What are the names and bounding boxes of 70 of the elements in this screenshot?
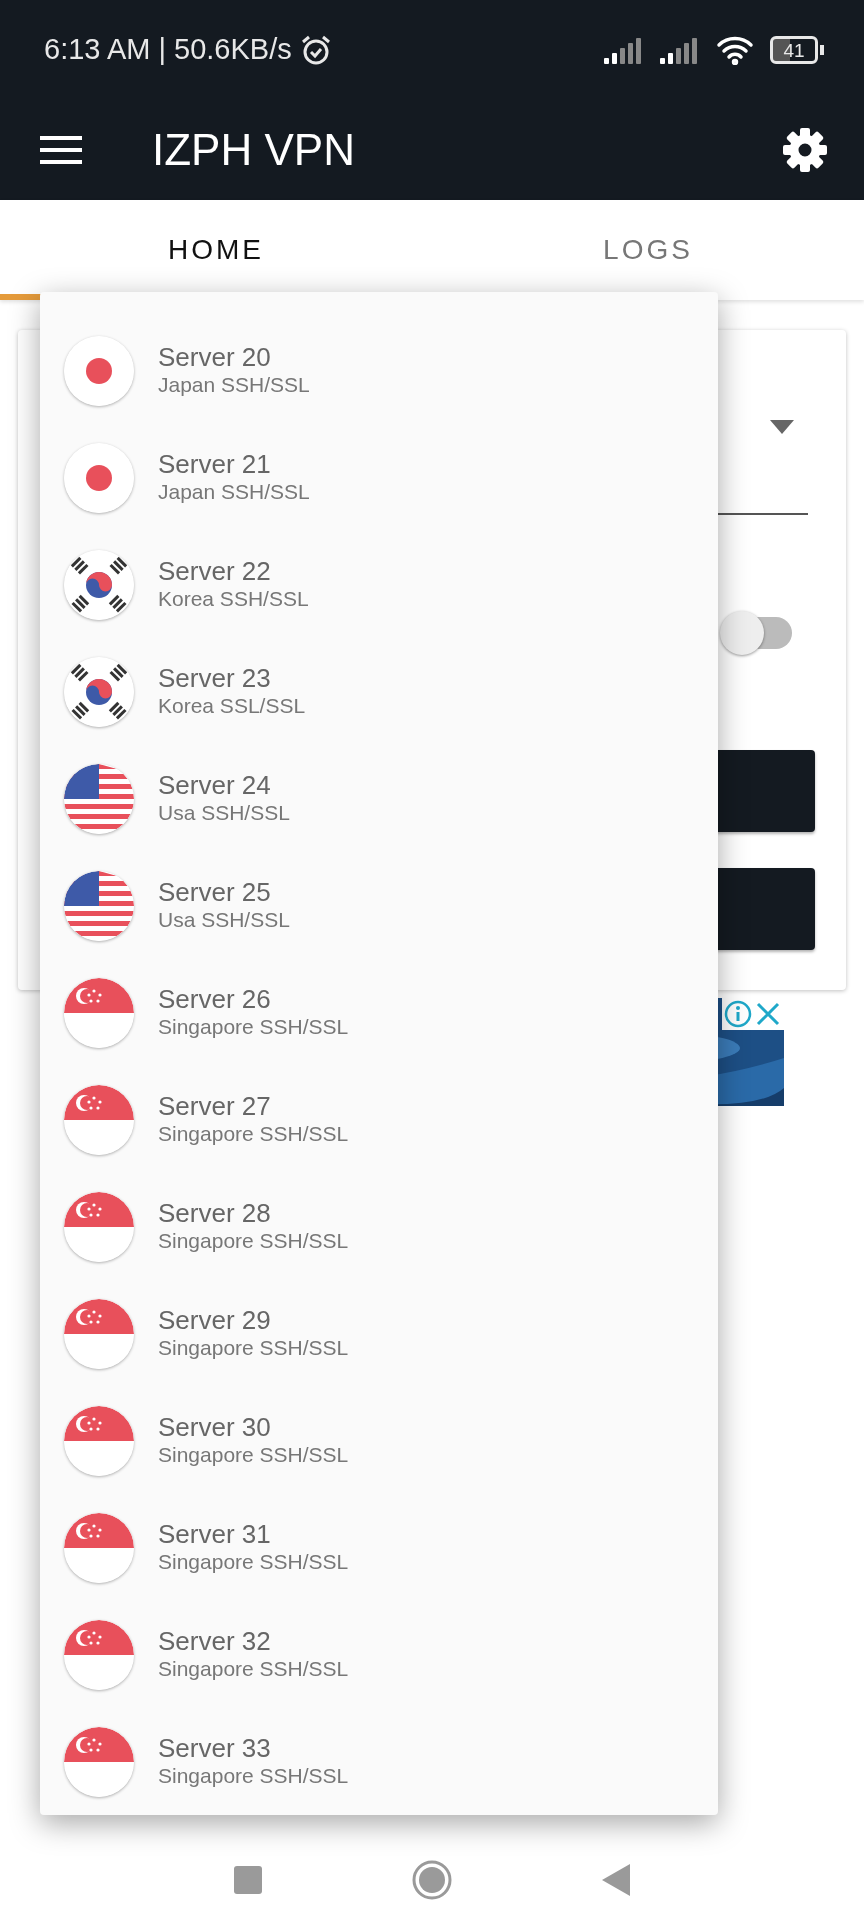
- server-protocol: Singapore SSH/SSL: [158, 1229, 349, 1254]
- wifi-icon: [716, 35, 754, 65]
- server-item[interactable]: Server 20 Japan SSH/SSL: [40, 317, 718, 424]
- server-name: Server 21: [158, 450, 272, 481]
- server-item[interactable]: Server 29 Singapore SSH/SSL: [40, 1280, 718, 1387]
- server-item[interactable]: Server 24 Usa SSH/SSL: [40, 745, 718, 852]
- flag-icon: [64, 1405, 134, 1476]
- settings-icon[interactable]: [782, 127, 828, 173]
- flag-icon: [64, 977, 134, 1048]
- flag-icon: [64, 656, 134, 727]
- server-protocol: Japan SSH/SSL: [158, 480, 310, 505]
- server-item[interactable]: Server 23 Korea SSL/SSL: [40, 638, 718, 745]
- tab[interactable]: LOGS: [432, 200, 864, 300]
- flag-icon: [64, 870, 134, 941]
- server-protocol: Usa SSH/SSL: [158, 801, 290, 826]
- server-item[interactable]: Server 22 Korea SSH/SSL: [40, 531, 718, 638]
- flag-icon: [64, 1619, 134, 1690]
- server-item[interactable]: Server 33 Singapore SSH/SSL: [40, 1708, 718, 1815]
- menu-icon[interactable]: [40, 135, 82, 165]
- server-item[interactable]: Server 28 Singapore SSH/SSL: [40, 1173, 718, 1280]
- flag-icon: [64, 1191, 134, 1262]
- server-protocol: Usa SSH/SSL: [158, 908, 290, 933]
- flag-icon: [64, 1298, 134, 1369]
- server-protocol: Singapore SSH/SSL: [158, 1657, 349, 1682]
- server-name: Server 26: [158, 985, 272, 1016]
- server-name: Server 31: [158, 1520, 272, 1551]
- flag-icon: [64, 1084, 134, 1155]
- flag-icon: [64, 442, 134, 513]
- server-protocol: Singapore SSH/SSL: [158, 1764, 349, 1789]
- server-name: Server 28: [158, 1199, 272, 1230]
- status-text: 6:13 AM | 50.6KB/s: [44, 32, 292, 68]
- close-icon[interactable]: [754, 1000, 782, 1028]
- server-name: Server 27: [158, 1092, 272, 1123]
- flag-icon: [64, 763, 134, 834]
- server-protocol: Korea SSL/SSL: [158, 694, 306, 719]
- info-icon[interactable]: [724, 1000, 752, 1028]
- flag-icon: [64, 335, 134, 406]
- server-protocol: Singapore SSH/SSL: [158, 1122, 349, 1147]
- server-protocol: Singapore SSH/SSL: [158, 1550, 349, 1575]
- dropdown-arrow-icon: [770, 419, 794, 434]
- server-name: Server 30: [158, 1413, 272, 1444]
- server-item[interactable]: Server 32 Singapore SSH/SSL: [40, 1601, 718, 1708]
- server-name: Server 23: [158, 664, 272, 695]
- server-item[interactable]: Server 27 Singapore SSH/SSL: [40, 1066, 718, 1173]
- server-item[interactable]: Server 21 Japan SSH/SSL: [40, 424, 718, 531]
- server-item[interactable]: Server 30 Singapore SSH/SSL: [40, 1387, 718, 1494]
- signal-icon: [604, 36, 644, 64]
- server-item[interactable]: Server 31 Singapore SSH/SSL: [40, 1494, 718, 1601]
- server-name: Server 20: [158, 343, 272, 374]
- server-protocol: Singapore SSH/SSL: [158, 1443, 349, 1468]
- server-protocol: Singapore SSH/SSL: [158, 1336, 349, 1361]
- flag-icon: [64, 549, 134, 620]
- flag-icon: [64, 1512, 134, 1583]
- home-button[interactable]: [412, 1860, 452, 1900]
- server-protocol: Korea SSH/SSL: [158, 587, 309, 612]
- server-name: Server 29: [158, 1306, 272, 1337]
- app-title: IZPH VPN: [152, 124, 355, 176]
- server-item[interactable]: Server 26 Singapore SSH/SSL: [40, 959, 718, 1066]
- alarm-clock-icon: [299, 34, 332, 66]
- back-button[interactable]: [602, 1864, 630, 1896]
- signal-icon: [660, 36, 700, 64]
- server-name: Server 33: [158, 1734, 272, 1765]
- flag-icon: [64, 1726, 134, 1797]
- server-protocol: Japan SSH/SSL: [158, 373, 310, 398]
- server-name: Server 25: [158, 878, 272, 909]
- server-name: Server 32: [158, 1627, 272, 1658]
- server-item[interactable]: Server 25 Usa SSH/SSL: [40, 852, 718, 959]
- server-name: Server 22: [158, 557, 272, 588]
- server-name: Server 24: [158, 771, 272, 802]
- server-protocol: Singapore SSH/SSL: [158, 1015, 349, 1040]
